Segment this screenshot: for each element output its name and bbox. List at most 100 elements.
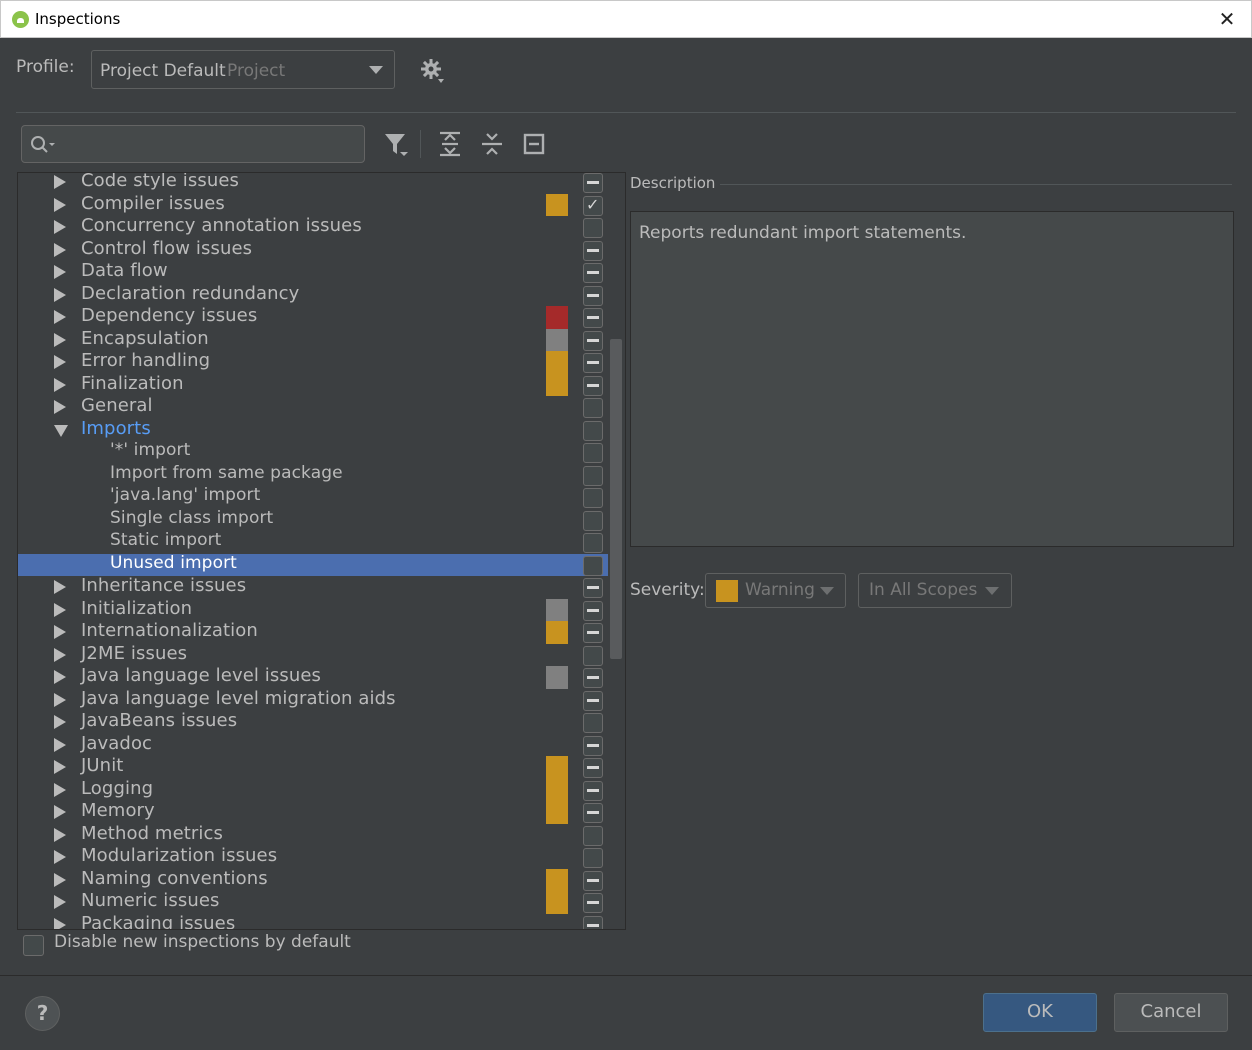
chevron-right-icon[interactable]: [54, 692, 66, 707]
filter-icon[interactable]: [383, 130, 411, 158]
chevron-right-icon[interactable]: [54, 782, 66, 797]
tree-group-item[interactable]: Initialization: [18, 598, 625, 621]
chevron-right-icon[interactable]: [54, 760, 66, 774]
chevron-right-icon[interactable]: [54, 647, 66, 662]
severity-dropdown[interactable]: Warning: [705, 573, 846, 608]
enable-checkbox[interactable]: [583, 510, 603, 531]
enable-checkbox[interactable]: [583, 825, 603, 846]
tree-group-item[interactable]: Inheritance issues: [18, 575, 625, 599]
chevron-right-icon[interactable]: [54, 737, 66, 752]
enable-checkbox[interactable]: [583, 780, 603, 801]
enable-checkbox[interactable]: [583, 488, 603, 508]
tree-group-item[interactable]: Modularization issues: [18, 845, 625, 869]
tree-group-item[interactable]: Finalization: [18, 373, 625, 396]
tree-group-item[interactable]: Error handling: [18, 350, 625, 374]
profile-dropdown[interactable]: Project Default Project: [91, 50, 395, 89]
enable-checkbox[interactable]: [583, 420, 603, 441]
disable-new-inspections-checkbox[interactable]: [23, 935, 44, 956]
chevron-right-icon[interactable]: [54, 355, 66, 369]
enable-checkbox[interactable]: [583, 623, 603, 643]
enable-checkbox[interactable]: [583, 555, 603, 576]
chevron-right-icon[interactable]: [54, 850, 66, 864]
tree-group-item[interactable]: JavaBeans issues: [18, 710, 625, 734]
tree-group-item[interactable]: Control flow issues: [18, 238, 625, 262]
tree-group-item[interactable]: J2ME issues: [18, 643, 625, 667]
enable-checkbox[interactable]: [583, 263, 603, 283]
chevron-right-icon[interactable]: [54, 310, 66, 324]
tree-child-item[interactable]: Static import: [18, 530, 625, 554]
enable-checkbox[interactable]: [583, 330, 603, 351]
tree-group-item[interactable]: General: [18, 395, 625, 419]
enable-checkbox[interactable]: [583, 758, 603, 778]
help-button[interactable]: ?: [25, 996, 60, 1031]
chevron-right-icon[interactable]: [54, 895, 66, 909]
enable-checkbox[interactable]: [583, 533, 603, 553]
chevron-right-icon[interactable]: [54, 917, 66, 929]
tree-child-item[interactable]: Single class import: [18, 508, 625, 532]
tree-group-item[interactable]: Logging: [18, 778, 625, 801]
enable-checkbox[interactable]: [583, 690, 603, 711]
enable-checkbox[interactable]: [583, 375, 603, 396]
expand-all-icon[interactable]: [436, 130, 464, 158]
chevron-right-icon[interactable]: [54, 580, 66, 594]
enable-checkbox[interactable]: [583, 218, 603, 238]
enable-checkbox[interactable]: [583, 668, 603, 688]
enable-checkbox[interactable]: [583, 713, 603, 733]
tree-group-item[interactable]: Internationalization: [18, 620, 625, 644]
enable-checkbox[interactable]: [583, 893, 603, 913]
enable-checkbox[interactable]: [583, 398, 603, 418]
chevron-right-icon[interactable]: [54, 827, 66, 842]
cancel-button[interactable]: Cancel: [1114, 993, 1228, 1032]
enable-checkbox[interactable]: [583, 578, 603, 598]
enable-checkbox[interactable]: [583, 443, 603, 463]
enable-checkbox[interactable]: [583, 645, 603, 666]
enable-checkbox[interactable]: [583, 870, 603, 891]
tree-group-item[interactable]: Javadoc: [18, 733, 625, 757]
tree-group-item[interactable]: Memory: [18, 800, 625, 824]
enable-checkbox[interactable]: [583, 465, 603, 486]
tree-group-item[interactable]: Method metrics: [18, 823, 625, 847]
chevron-right-icon[interactable]: [54, 242, 66, 257]
tree-group-item[interactable]: JUnit: [18, 755, 625, 779]
gear-icon[interactable]: [420, 58, 446, 84]
tree-child-item[interactable]: 'java.lang' import: [18, 485, 625, 509]
tree-group-item[interactable]: Java language level issues: [18, 665, 625, 689]
tree-group-item[interactable]: Code style issues: [18, 173, 625, 194]
enable-checkbox[interactable]: [583, 195, 603, 216]
tree-group-item[interactable]: Data flow: [18, 260, 625, 284]
tree-group-item[interactable]: Naming conventions: [18, 868, 625, 891]
chevron-right-icon[interactable]: [54, 377, 66, 392]
chevron-right-icon[interactable]: [54, 625, 66, 639]
chevron-right-icon[interactable]: [54, 332, 66, 347]
chevron-right-icon[interactable]: [54, 265, 66, 279]
inspections-tree[interactable]: Code style issuesCompiler issuesConcurre…: [17, 172, 626, 930]
tree-group-item[interactable]: Encapsulation: [18, 328, 625, 351]
tree-group-item[interactable]: Imports: [18, 418, 625, 442]
enable-checkbox[interactable]: [583, 240, 603, 261]
reset-icon[interactable]: [521, 130, 549, 158]
chevron-right-icon[interactable]: [54, 197, 66, 212]
chevron-right-icon[interactable]: [54, 602, 66, 617]
close-icon[interactable]: ✕: [1217, 9, 1237, 29]
chevron-right-icon[interactable]: [54, 715, 66, 729]
chevron-right-icon[interactable]: [54, 400, 66, 414]
chevron-right-icon[interactable]: [54, 287, 66, 302]
enable-checkbox[interactable]: [583, 308, 603, 328]
enable-checkbox[interactable]: [583, 735, 603, 756]
chevron-right-icon[interactable]: [54, 670, 66, 684]
chevron-right-icon[interactable]: [54, 175, 66, 189]
chevron-right-icon[interactable]: [54, 872, 66, 887]
scope-dropdown[interactable]: In All Scopes: [858, 573, 1012, 608]
tree-group-item[interactable]: Java language level migration aids: [18, 688, 625, 712]
tree-child-item[interactable]: Import from same package: [18, 463, 625, 487]
chevron-right-icon[interactable]: [54, 805, 66, 819]
search-input[interactable]: [21, 125, 365, 163]
enable-checkbox[interactable]: [583, 285, 603, 306]
chevron-down-icon[interactable]: [54, 424, 68, 437]
tree-group-item[interactable]: Numeric issues: [18, 890, 625, 914]
tree-group-item[interactable]: Packaging issues: [18, 913, 625, 929]
enable-checkbox[interactable]: [583, 803, 603, 823]
ok-button[interactable]: OK: [983, 993, 1097, 1032]
enable-checkbox[interactable]: [583, 915, 603, 929]
enable-checkbox[interactable]: [583, 353, 603, 373]
